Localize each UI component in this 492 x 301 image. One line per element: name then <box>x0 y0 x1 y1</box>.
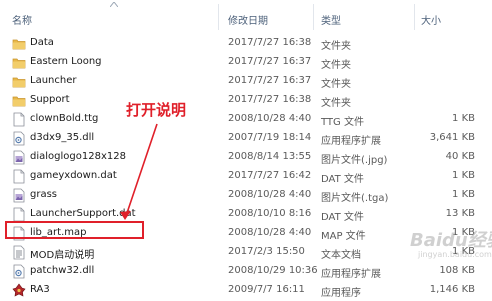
file-date: 2017/7/27 16:38 <box>228 94 312 105</box>
file-name: Launcher <box>30 75 77 86</box>
file-date: 2017/7/27 16:37 <box>228 75 312 86</box>
file-name: Eastern Loong <box>30 56 102 67</box>
file-name: grass <box>30 189 58 200</box>
file-size: 40 KB <box>445 151 475 162</box>
column-header-size[interactable]: 大小 <box>421 12 441 27</box>
file-row[interactable]: clownBold.ttg 2008/10/28 4:40 TTG 文件 1 KB <box>0 110 492 129</box>
folder-icon <box>12 74 26 89</box>
file-date: 2008/10/28 4:40 <box>228 113 312 124</box>
file-name: MOD启动说明 <box>30 250 95 261</box>
highlight-box <box>5 221 144 239</box>
file-size: 1,146 KB <box>429 284 475 295</box>
file-size: 3,641 KB <box>429 132 475 143</box>
file-type: 文件夹 <box>321 41 351 52</box>
file-row[interactable]: Support 2017/7/27 16:38 文件夹 <box>0 91 492 110</box>
column-header-type[interactable]: 类型 <box>321 12 341 27</box>
file-type: TTG 文件 <box>321 117 364 128</box>
file-size: 108 KB <box>439 265 475 276</box>
file-row[interactable]: Eastern Loong 2017/7/27 16:37 文件夹 <box>0 53 492 72</box>
column-header-date[interactable]: 修改日期 <box>228 12 268 27</box>
file-name: gameyxdown.dat <box>30 170 117 181</box>
file-size: 1 KB <box>452 170 475 181</box>
file-date: 2007/7/19 18:14 <box>228 132 312 143</box>
file-type: DAT 文件 <box>321 174 364 185</box>
column-header-bar: 名称 修改日期 类型 大小 <box>0 0 492 34</box>
file-type: 文本文档 <box>321 250 361 261</box>
file-icon <box>12 112 26 127</box>
file-size: 1 KB <box>452 189 475 200</box>
column-header-name[interactable]: 名称 <box>12 12 32 27</box>
watermark-url: jingyan.baidu.com <box>418 250 492 259</box>
file-type: 文件夹 <box>321 79 351 90</box>
file-date: 2009/7/7 16:11 <box>228 284 305 295</box>
file-size: 1 KB <box>452 113 475 124</box>
watermark-logo: Baidu经验 <box>410 230 492 251</box>
file-type: 图片文件(.tga) <box>321 193 389 204</box>
file-date: 2008/10/29 10:36 <box>228 265 318 276</box>
annotation-label: 打开说明 <box>126 101 187 119</box>
file-name: Data <box>30 37 54 48</box>
file-type: 应用程序扩展 <box>321 269 381 280</box>
file-name: LauncherSupport.dat <box>30 208 136 219</box>
file-name: Support <box>30 94 70 105</box>
file-date: 2008/10/28 4:40 <box>228 227 312 238</box>
file-row[interactable]: RA3 2009/7/7 16:11 应用程序 1,146 KB <box>0 281 492 300</box>
file-name: dialoglogo128x128 <box>30 151 126 162</box>
file-name: patchw32.dll <box>30 265 95 276</box>
file-type: 文件夹 <box>321 98 351 109</box>
image-icon <box>12 150 26 165</box>
sort-ascending-icon[interactable] <box>110 2 118 7</box>
file-row[interactable]: d3dx9_35.dll 2007/7/19 18:14 应用程序扩展 3,641 K… <box>0 129 492 148</box>
file-row[interactable]: grass 2008/10/28 4:40 图片文件(.tga) 1 KB <box>0 186 492 205</box>
file-icon <box>12 169 26 184</box>
image-icon <box>12 188 26 203</box>
app-icon <box>12 283 26 298</box>
watermark: Baidu经验 jingyan.baidu.com <box>406 226 492 266</box>
text-file-icon <box>12 245 26 260</box>
file-type: 图片文件(.jpg) <box>321 155 388 166</box>
file-date: 2017/7/27 16:42 <box>228 170 312 181</box>
file-name: d3dx9_35.dll <box>30 132 95 143</box>
file-type: 文件夹 <box>321 60 351 71</box>
column-divider[interactable] <box>218 4 219 30</box>
column-divider[interactable] <box>414 4 415 30</box>
file-size: 13 KB <box>445 208 475 219</box>
file-name: clownBold.ttg <box>30 113 99 124</box>
folder-icon <box>12 36 26 51</box>
file-date: 2008/8/14 13:55 <box>228 151 312 162</box>
file-date: 2017/7/27 16:37 <box>228 56 312 67</box>
file-row[interactable]: Launcher 2017/7/27 16:37 文件夹 <box>0 72 492 91</box>
file-date: 2017/2/3 15:50 <box>228 246 305 257</box>
file-type: 应用程序扩展 <box>321 136 381 147</box>
file-date: 2017/7/27 16:38 <box>228 37 312 48</box>
column-divider[interactable] <box>313 4 314 30</box>
file-name: RA3 <box>30 284 50 295</box>
file-icon <box>12 207 26 222</box>
file-date: 2008/10/10 8:16 <box>228 208 312 219</box>
dll-icon <box>12 131 26 146</box>
file-row[interactable]: dialoglogo128x128 2008/8/14 13:55 图片文件(.jp… <box>0 148 492 167</box>
folder-icon <box>12 93 26 108</box>
file-type: 应用程序 <box>321 288 361 299</box>
folder-icon <box>12 55 26 70</box>
dll-icon <box>12 264 26 279</box>
file-type: DAT 文件 <box>321 212 364 223</box>
file-row[interactable]: gameyxdown.dat 2017/7/27 16:42 DAT 文件 1 KB <box>0 167 492 186</box>
file-type: MAP 文件 <box>321 231 366 242</box>
file-date: 2008/10/28 4:40 <box>228 189 312 200</box>
file-row[interactable]: Data 2017/7/27 16:38 文件夹 <box>0 34 492 53</box>
